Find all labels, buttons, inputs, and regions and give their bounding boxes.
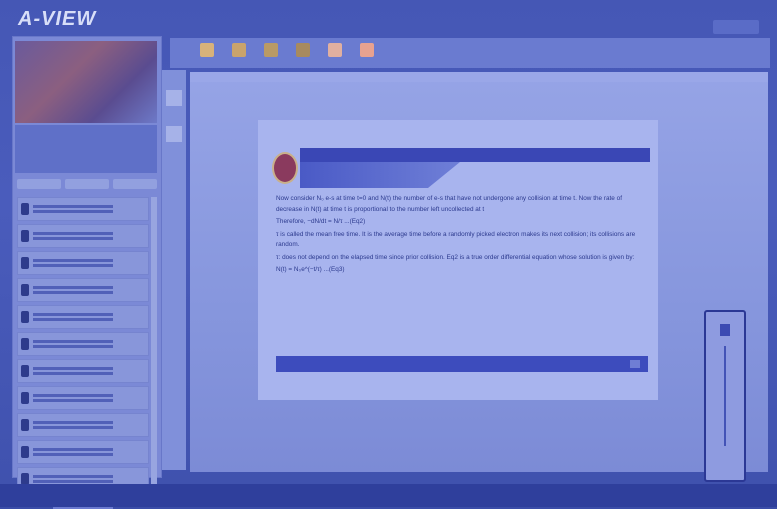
list-item[interactable] (17, 224, 149, 248)
user-detail-line (33, 264, 113, 267)
user-list-scrollbar[interactable] (151, 197, 157, 493)
user-name-line (33, 259, 113, 262)
slide-header-band (300, 148, 650, 162)
user-info (33, 232, 113, 240)
tool-icon[interactable] (200, 43, 214, 57)
user-icon (21, 230, 29, 242)
zoom-slider[interactable] (724, 346, 726, 446)
list-item[interactable] (17, 251, 149, 275)
panel-tabs (17, 179, 157, 189)
tab-files[interactable] (113, 179, 157, 189)
user-detail-line (33, 453, 113, 456)
user-icon (21, 446, 29, 458)
nav-icon[interactable] (166, 90, 182, 106)
user-icon (21, 203, 29, 215)
window-controls[interactable] (713, 20, 759, 34)
user-name-line (33, 367, 113, 370)
user-name-line (33, 286, 113, 289)
slide-footer-band (276, 356, 648, 372)
slide-paragraph: Therefore, −dN/dt = N/τ ...(Eq2) (276, 218, 366, 225)
tool-icon[interactable] (328, 43, 342, 57)
user-info (33, 286, 113, 294)
list-item[interactable] (17, 440, 149, 464)
user-name-line (33, 205, 113, 208)
user-icon (21, 311, 29, 323)
list-item[interactable] (17, 278, 149, 302)
list-item[interactable] (17, 305, 149, 329)
toolbar (170, 38, 770, 68)
user-name-line (33, 421, 113, 424)
user-icon (21, 365, 29, 377)
user-detail-line (33, 291, 113, 294)
tab-chat[interactable] (65, 179, 109, 189)
user-info (33, 367, 113, 375)
university-logo (272, 152, 298, 184)
list-item[interactable] (17, 413, 149, 437)
slide-paragraph: Now consider N₀ e-s at time t=0 and N(t)… (276, 195, 622, 213)
user-detail-line (33, 480, 113, 483)
list-item[interactable] (17, 332, 149, 356)
tool-icon[interactable] (296, 43, 310, 57)
user-name-line (33, 340, 113, 343)
user-detail-line (33, 372, 113, 375)
user-detail-line (33, 426, 113, 429)
user-icon (21, 257, 29, 269)
user-icon (21, 419, 29, 431)
user-icon (21, 284, 29, 296)
user-info (33, 448, 113, 456)
zoom-icon[interactable] (720, 324, 730, 336)
taskbar (0, 484, 777, 507)
nav-icon[interactable] (166, 126, 182, 142)
video-controls[interactable] (15, 125, 157, 173)
slide-paragraph: τ is called the mean free time. It is th… (276, 230, 636, 249)
list-item[interactable] (17, 359, 149, 383)
left-panel (12, 36, 162, 509)
tab-users[interactable] (17, 179, 61, 189)
user-name-line (33, 394, 113, 397)
user-info (33, 394, 113, 402)
user-name-line (33, 232, 113, 235)
user-name-line (33, 475, 113, 478)
list-item[interactable] (17, 386, 149, 410)
user-list (17, 197, 149, 493)
slide-text: Now consider N₀ e-s at time t=0 and N(t)… (276, 194, 648, 278)
tool-icon[interactable] (264, 43, 278, 57)
slide-footer-icon (630, 360, 640, 368)
navigation-column (162, 70, 186, 470)
list-item[interactable] (17, 197, 149, 221)
tool-icon[interactable] (232, 43, 246, 57)
user-info (33, 313, 113, 321)
user-info (33, 259, 113, 267)
user-info (33, 205, 113, 213)
user-icon (21, 392, 29, 404)
user-info (33, 475, 113, 483)
user-detail-line (33, 237, 113, 240)
user-name-line (33, 313, 113, 316)
user-info (33, 340, 113, 348)
tool-icon[interactable] (360, 43, 374, 57)
user-icon (21, 338, 29, 350)
user-detail-line (33, 345, 113, 348)
user-detail-line (33, 318, 113, 321)
user-info (33, 421, 113, 429)
user-detail-line (33, 210, 113, 213)
address-bar[interactable] (190, 72, 768, 82)
slide-paragraph: τ: does not depend on the elapsed time s… (276, 253, 635, 261)
zoom-panel (704, 310, 746, 482)
user-name-line (33, 448, 113, 451)
slide-paragraph: N(t) = N₀e^(−t/τ) ...(Eq3) (276, 266, 345, 273)
app-title: A-VIEW (18, 8, 97, 30)
video-feed (15, 41, 157, 123)
user-detail-line (33, 399, 113, 402)
